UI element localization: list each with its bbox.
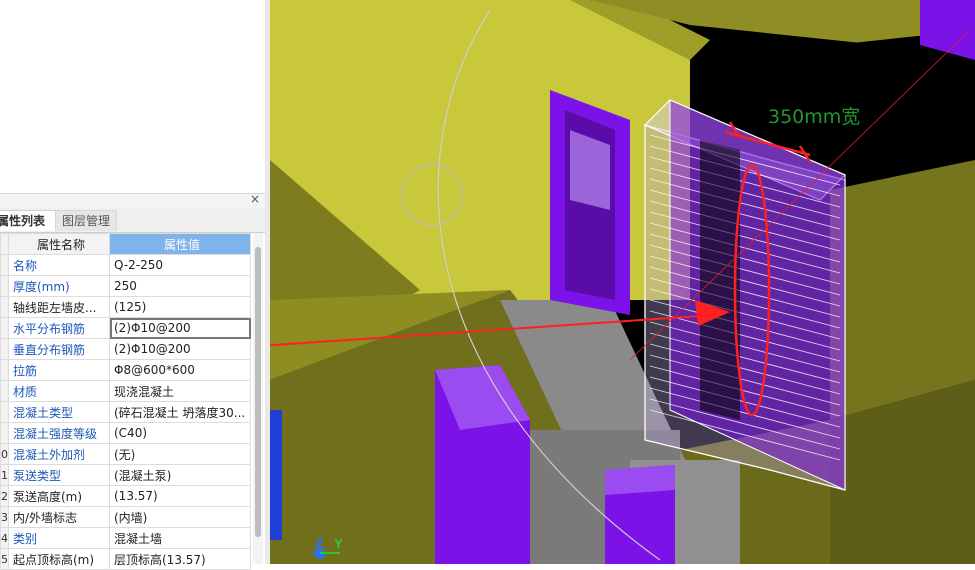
- property-name: 拉筋: [8, 359, 110, 381]
- property-row[interactable]: 3 内/外墙标志 (内墙): [0, 506, 251, 528]
- property-panel: × 属性列表 图层管理 属性名称 属性值 名称 Q-2-250 厚度(mm) 250 轴…: [0, 0, 270, 570]
- property-row[interactable]: 拉筋 Φ8@600*600: [0, 359, 251, 381]
- property-row[interactable]: 垂直分布钢筋 (2)Φ10@200: [0, 338, 251, 360]
- property-value[interactable]: (内墙): [109, 506, 251, 528]
- property-value[interactable]: Q-2-250: [109, 254, 251, 276]
- row-number: 4: [0, 527, 9, 549]
- property-row[interactable]: 5 起点顶标高(m) 层顶标高(13.57): [0, 548, 251, 570]
- property-value[interactable]: (无): [109, 443, 251, 465]
- panel-tabbar: 属性列表 图层管理: [0, 208, 266, 233]
- property-value-header: 属性值: [109, 233, 251, 255]
- property-row[interactable]: 混凝土类型 (碎石混凝土 坍落度30...: [0, 401, 251, 423]
- property-name: 类别: [8, 527, 110, 549]
- property-table-scrollbar[interactable]: [253, 233, 263, 564]
- row-number: 3: [0, 506, 9, 528]
- row-number: [0, 317, 9, 339]
- width-annotation-label: 350mm宽: [768, 106, 861, 128]
- property-value[interactable]: (碎石混凝土 坍落度30...: [109, 401, 251, 423]
- property-name: 轴线距左墙皮...: [8, 296, 110, 318]
- property-name: 泵送高度(m): [8, 485, 110, 507]
- row-number: [0, 422, 9, 444]
- property-row[interactable]: 水平分布钢筋 (2)Φ10@200: [0, 317, 251, 339]
- 3d-viewport[interactable]: 350mm宽 Z Y: [270, 0, 975, 564]
- property-row[interactable]: 2 泵送高度(m) (13.57): [0, 485, 251, 507]
- property-value[interactable]: Φ8@600*600: [109, 359, 251, 381]
- tab-property-list[interactable]: 属性列表: [0, 210, 56, 231]
- row-number: [0, 275, 9, 297]
- property-name: 厚度(mm): [8, 275, 110, 297]
- property-name-header: 属性名称: [8, 233, 110, 255]
- close-icon[interactable]: ×: [250, 192, 260, 206]
- row-number: [0, 380, 9, 402]
- axis-z-label: Z: [315, 537, 324, 551]
- row-number: 0: [0, 443, 9, 465]
- property-table-header: 属性名称 属性值: [0, 233, 251, 255]
- property-value[interactable]: (混凝土泵): [109, 464, 251, 486]
- property-row[interactable]: 材质 现浇混凝土: [0, 380, 251, 402]
- row-number: [0, 254, 9, 276]
- property-value[interactable]: (13.57): [109, 485, 251, 507]
- property-name: 内/外墙标志: [8, 506, 110, 528]
- property-row[interactable]: 轴线距左墙皮... (125): [0, 296, 251, 318]
- panel-dock-strip: ×: [0, 192, 266, 208]
- property-name: 水平分布钢筋: [8, 317, 110, 339]
- property-row[interactable]: 0 混凝土外加剂 (无): [0, 443, 251, 465]
- property-row[interactable]: 4 类别 混凝土墙: [0, 527, 251, 549]
- property-value[interactable]: 250: [109, 275, 251, 297]
- property-name: 起点顶标高(m): [8, 548, 110, 570]
- property-name: 混凝土强度等级: [8, 422, 110, 444]
- property-value[interactable]: 混凝土墙: [109, 527, 251, 549]
- tab-layer-management[interactable]: 图层管理: [55, 210, 117, 231]
- property-row[interactable]: 1 泵送类型 (混凝土泵): [0, 464, 251, 486]
- property-name: 泵送类型: [8, 464, 110, 486]
- property-value[interactable]: (2)Φ10@200: [109, 317, 251, 339]
- property-value[interactable]: (125): [109, 296, 251, 318]
- row-number: 5: [0, 548, 9, 570]
- property-row[interactable]: 厚度(mm) 250: [0, 275, 251, 297]
- property-value[interactable]: (C40): [109, 422, 251, 444]
- row-number: 1: [0, 464, 9, 486]
- property-value[interactable]: 现浇混凝土: [109, 380, 251, 402]
- property-name: 垂直分布钢筋: [8, 338, 110, 360]
- row-number: [0, 359, 9, 381]
- property-name: 材质: [8, 380, 110, 402]
- row-number: [0, 296, 9, 318]
- property-row[interactable]: 名称 Q-2-250: [0, 254, 251, 276]
- property-value[interactable]: 层顶标高(13.57): [109, 548, 251, 570]
- property-name: 名称: [8, 254, 110, 276]
- row-number: [0, 401, 9, 423]
- axis-y-label: Y: [334, 537, 343, 551]
- property-value[interactable]: (2)Φ10@200: [109, 338, 251, 360]
- property-name: 混凝土类型: [8, 401, 110, 423]
- property-row[interactable]: 混凝土强度等级 (C40): [0, 422, 251, 444]
- scrollbar-thumb[interactable]: [255, 247, 261, 537]
- row-number: [0, 338, 9, 360]
- property-name: 混凝土外加剂: [8, 443, 110, 465]
- row-number: 2: [0, 485, 9, 507]
- row-number-header: [0, 233, 9, 255]
- 3d-scene: [270, 0, 975, 564]
- property-table: 属性名称 属性值 名称 Q-2-250 厚度(mm) 250 轴线距左墙皮... (125…: [0, 233, 251, 570]
